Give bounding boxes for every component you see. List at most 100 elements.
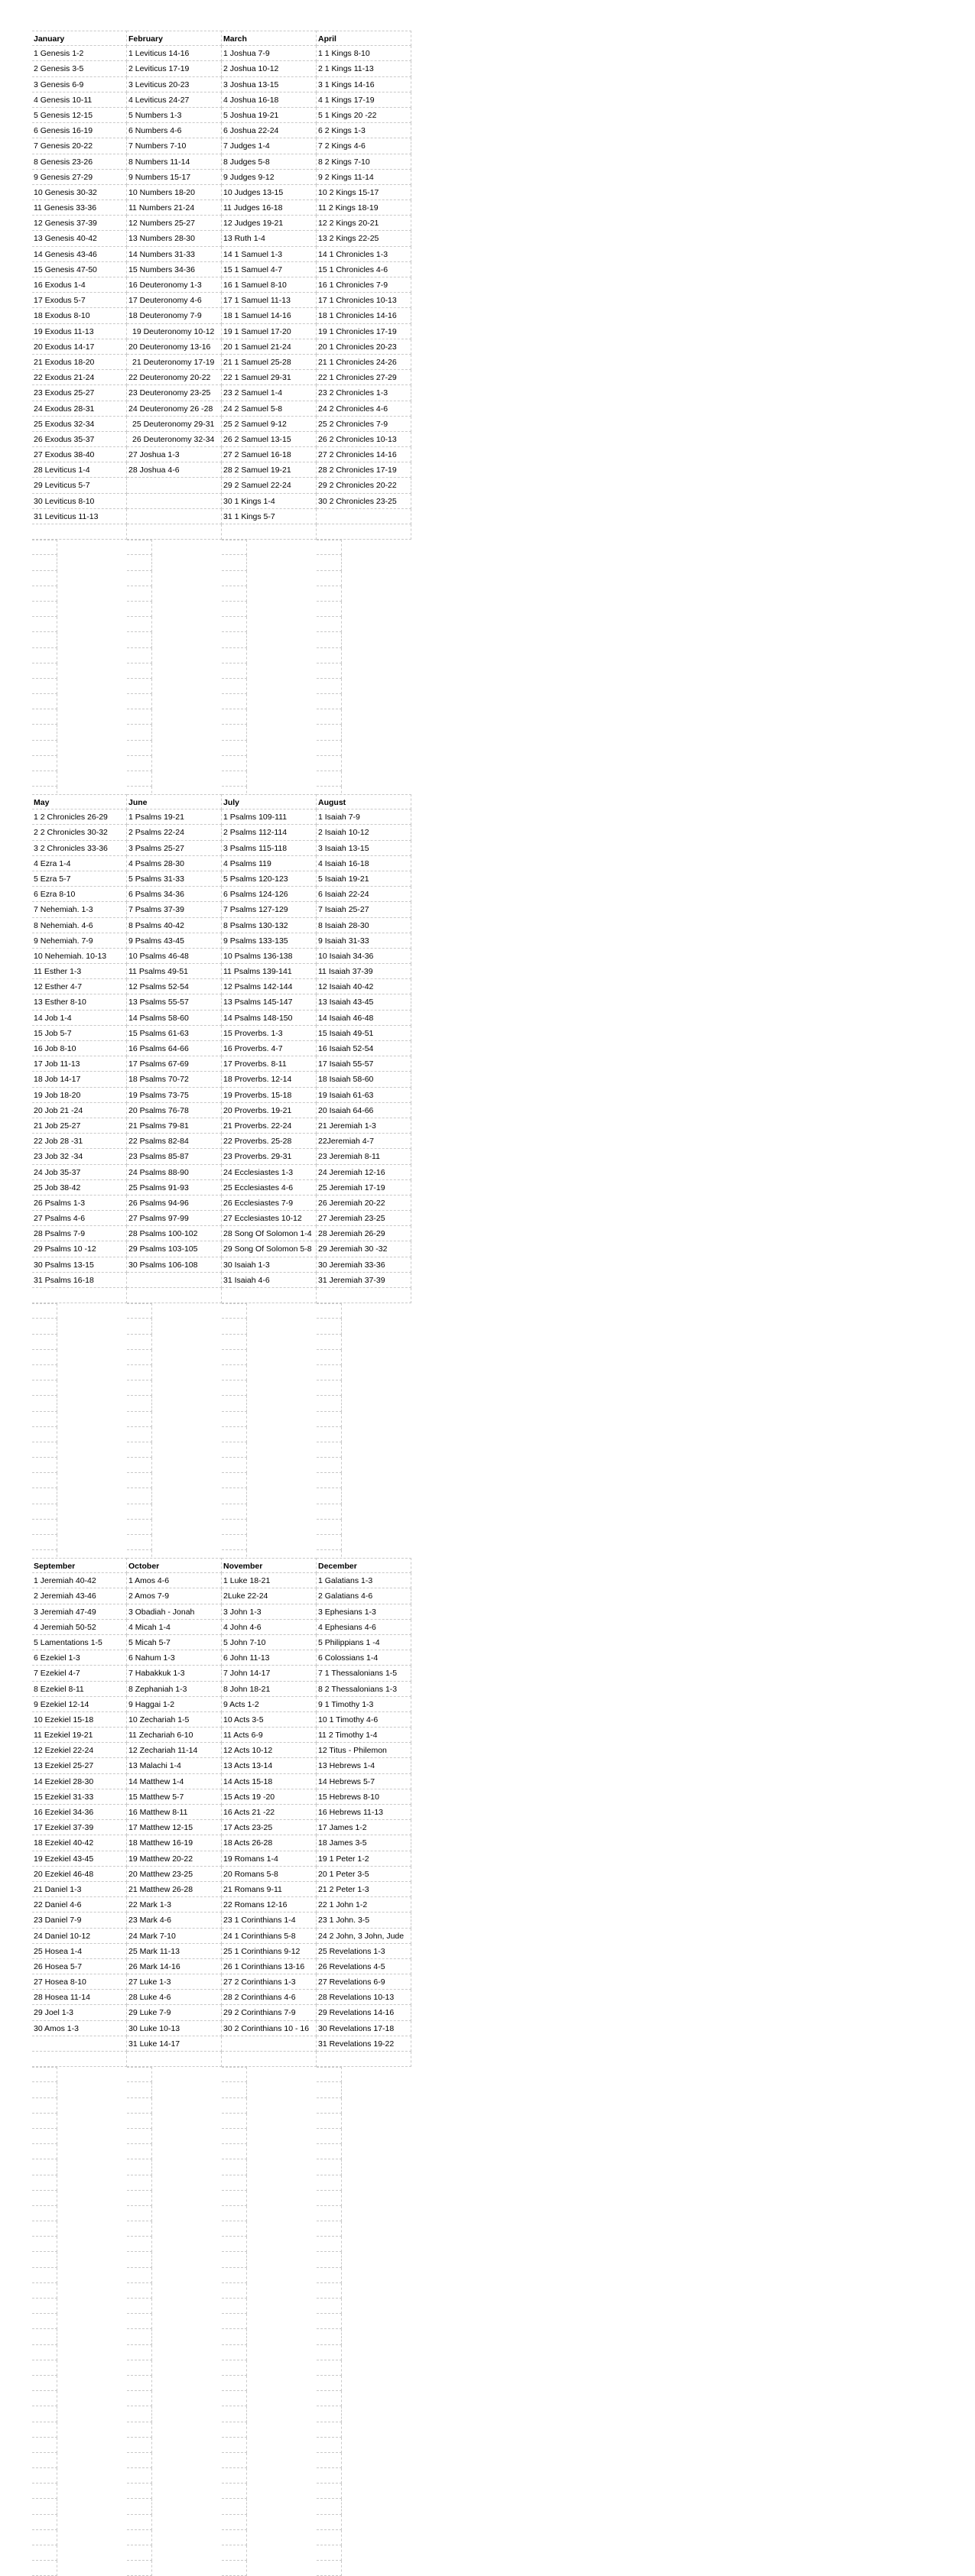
spacer-cell	[127, 755, 152, 771]
spacer-cell	[32, 570, 57, 586]
spacer-cell	[127, 1535, 152, 1551]
spacer-cell	[317, 2437, 342, 2453]
reading-entry: 26 2 Samuel 13-15	[222, 431, 317, 448]
spacer-cell	[222, 1396, 247, 1412]
month-column-october: October 1 Amos 4-6 2 Amos 7-9 3 Obadiah - J…	[127, 1558, 222, 2576]
reading-entry: 30 2 Chronicles 23-25	[317, 493, 411, 509]
reading-entry: 26 Ecclesiastes 7-9	[222, 1195, 317, 1212]
spacer-cell	[32, 1504, 57, 1520]
reading-entry: 24 Exodus 28-31	[32, 401, 127, 417]
spacer-cell	[127, 1458, 152, 1474]
reading-entry: 25 1 Corinthians 9-12	[222, 1943, 317, 1959]
reading-entry: 25 Job 38-42	[32, 1179, 127, 1196]
spacer-cell	[32, 2529, 57, 2545]
spacer-cell	[317, 570, 342, 586]
spacer-cell	[32, 678, 57, 695]
spacer-cell	[127, 2360, 152, 2376]
reading-entry: 20 Deuteronomy 13-16	[127, 339, 222, 355]
reading-entry: 30 Leviticus 8-10	[32, 493, 127, 509]
reading-entry: 4 Jeremiah 50-52	[32, 1619, 127, 1635]
spacer-cell	[32, 1349, 57, 1365]
spacer-cell	[222, 2468, 247, 2484]
spacer-cell	[32, 2468, 57, 2484]
reading-entry: 30 Isaiah 1-3	[222, 1257, 317, 1273]
spacer-cell	[32, 2082, 57, 2098]
spacer-cell	[222, 725, 247, 741]
reading-entry: 14 Psalms 148-150	[222, 1010, 317, 1026]
reading-entry: 12 Isaiah 40-42	[317, 979, 411, 995]
reading-entry: 13 2 Kings 22-25	[317, 231, 411, 247]
reading-entry: 18 Matthew 16-19	[127, 1835, 222, 1851]
spacer-cell	[32, 1411, 57, 1427]
spacer-cell	[317, 2237, 342, 2253]
spacer-cell	[127, 2097, 152, 2114]
spacer-cell	[317, 2468, 342, 2484]
reading-entry: 22 Daniel 4-6	[32, 1897, 127, 1913]
spacer-cell	[32, 2360, 57, 2376]
month-header: March	[222, 31, 317, 47]
spacer-cell	[317, 2282, 342, 2299]
spacer-cell	[317, 1319, 342, 1335]
reading-entry: 2 Amos 7-9	[127, 1588, 222, 1604]
reading-entry: 1 2 Chronicles 26-29	[32, 809, 127, 826]
reading-entry: 25 Revelations 1-3	[317, 1943, 411, 1959]
spacer-cell	[127, 2314, 152, 2330]
reading-entry: 25 Jeremiah 17-19	[317, 1179, 411, 1196]
reading-entry: 11 Psalms 139-141	[222, 964, 317, 980]
reading-entry: 23 Daniel 7-9	[32, 1913, 127, 1929]
reading-entry: 13 Psalms 145-147	[222, 994, 317, 1011]
reading-entry: 27 Psalms 97-99	[127, 1211, 222, 1227]
reading-entry: 17 Deuteronomy 4-6	[127, 293, 222, 309]
spacer-cell	[317, 2082, 342, 2098]
empty-cell	[317, 1288, 411, 1304]
reading-entry: 26 Psalms 1-3	[32, 1195, 127, 1212]
reading-entry: 9 1 Timothy 1-3	[317, 1696, 411, 1712]
empty-cell	[127, 1288, 222, 1304]
reading-entry: 2 Psalms 112-114	[222, 825, 317, 841]
month-header: November	[222, 1558, 317, 1574]
reading-entry: 17 Isaiah 55-57	[317, 1056, 411, 1072]
reading-entry: 3 Obadiah - Jonah	[127, 1604, 222, 1620]
reading-entry: 14 Psalms 58-60	[127, 1010, 222, 1026]
spacer-cell	[317, 2529, 342, 2545]
spacer-cell	[32, 1473, 57, 1489]
spacer-cell	[32, 1303, 57, 1319]
spacer-cell	[222, 2545, 247, 2561]
reading-entry: 21 2 Peter 1-3	[317, 1881, 411, 1898]
reading-entry: 6 2 Kings 1-3	[317, 123, 411, 139]
spacer-cell	[32, 2452, 57, 2469]
empty-cell	[222, 2052, 317, 2068]
spacer-cell	[127, 2082, 152, 2098]
reading-entry: 10 Isaiah 34-36	[317, 948, 411, 965]
spacer-cell	[317, 1380, 342, 1397]
reading-entry: 16 Acts 21 -22	[222, 1805, 317, 1821]
reading-entry: 10 Psalms 46-48	[127, 948, 222, 965]
spacer-cell	[222, 2314, 247, 2330]
reading-entry: 30 Psalms 106-108	[127, 1257, 222, 1273]
empty-cell	[127, 493, 222, 509]
reading-entry: 2 2 Chronicles 30-32	[32, 825, 127, 841]
reading-entry: 24 Ecclesiastes 1-3	[222, 1164, 317, 1180]
spacer-cell	[32, 740, 57, 756]
reading-entry: 3 Psalms 115-118	[222, 840, 317, 856]
spacer-cell	[222, 2159, 247, 2175]
reading-entry: 16 Matthew 8-11	[127, 1805, 222, 1821]
month-header: May	[32, 794, 127, 810]
spacer-cell	[127, 2205, 152, 2222]
reading-entry: 3 Jeremiah 47-49	[32, 1604, 127, 1620]
spacer-cell	[222, 2561, 247, 2576]
reading-entry: 12 Acts 10-12	[222, 1743, 317, 1759]
reading-entry: 22 Proverbs. 25-28	[222, 1134, 317, 1150]
spacer-cell	[127, 1442, 152, 1458]
reading-entry: 1 Luke 18-21	[222, 1573, 317, 1589]
spacer-cell	[32, 1535, 57, 1551]
reading-entry: 8 Judges 5-8	[222, 154, 317, 170]
reading-entry: 29 Luke 7-9	[127, 2005, 222, 2021]
spacer-cell	[222, 663, 247, 679]
reading-entry: 24 Mark 7-10	[127, 1928, 222, 1944]
reading-entry: 3 2 Chronicles 33-36	[32, 840, 127, 856]
spacer-cell	[32, 1364, 57, 1381]
reading-entry: 9 Isaiah 31-33	[317, 933, 411, 949]
reading-entry: 28 Joshua 4-6	[127, 462, 222, 479]
reading-entry: 3 Genesis 6-9	[32, 76, 127, 92]
